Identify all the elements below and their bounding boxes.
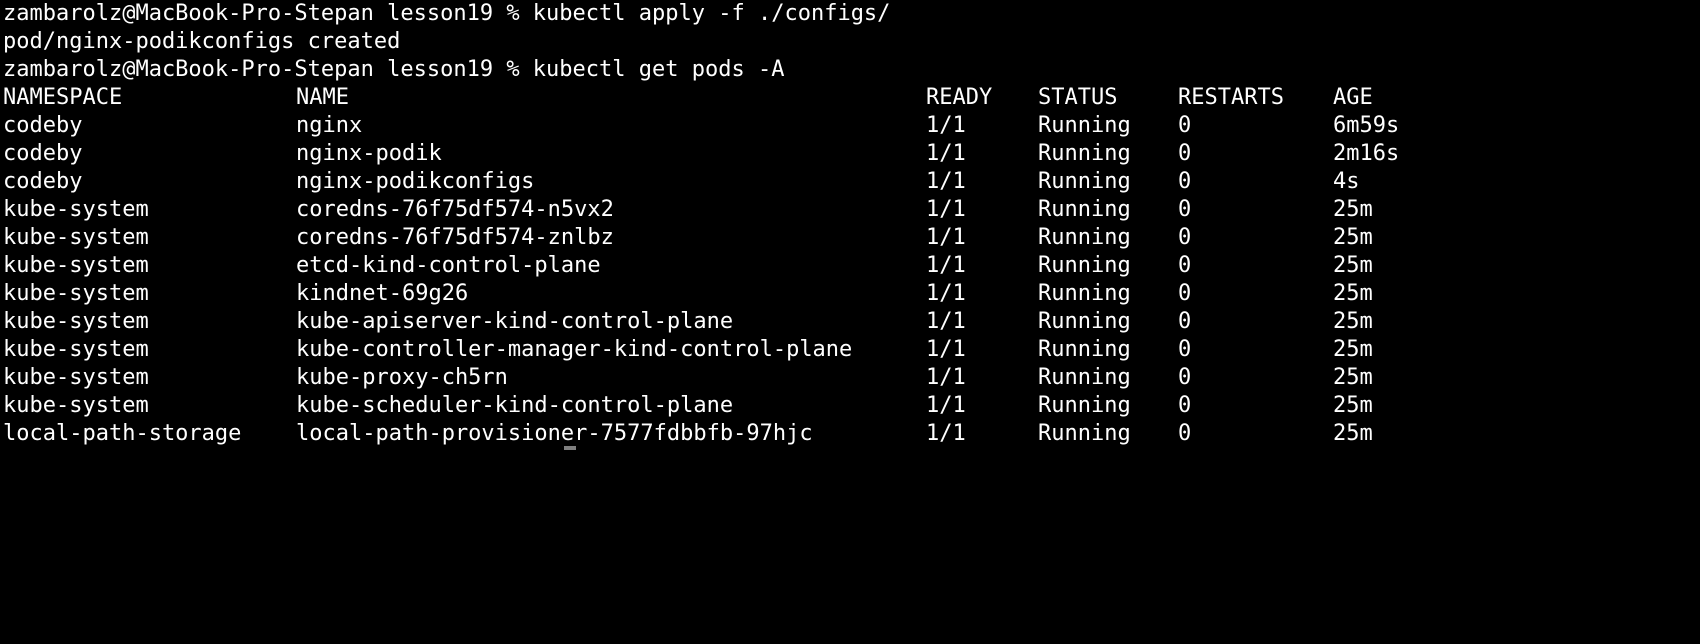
cell-ready: 1/1 <box>926 197 966 222</box>
cell-status: Running <box>1038 113 1131 138</box>
cell-namespace: local-path-storage <box>3 421 242 446</box>
header-name: NAME <box>296 85 349 110</box>
cell-status: Running <box>1038 337 1131 362</box>
terminal-command-line: zambarolz@MacBook-Pro-Stepan lesson19 % … <box>3 57 785 82</box>
cell-namespace: kube-system <box>3 337 149 362</box>
header-status: STATUS <box>1038 85 1118 110</box>
header-restarts: RESTARTS <box>1178 85 1284 110</box>
cell-namespace: kube-system <box>3 365 149 390</box>
cell-ready: 1/1 <box>926 169 966 194</box>
cell-status: Running <box>1038 197 1131 222</box>
cell-name: kube-apiserver-kind-control-plane <box>296 309 734 334</box>
cell-namespace: codeby <box>3 169 83 194</box>
table-row: kube-system etcd-kind-control-plane 1/1 … <box>0 252 1700 280</box>
header-ready: READY <box>926 85 993 110</box>
cell-restarts: 0 <box>1178 281 1192 306</box>
cell-restarts: 0 <box>1178 337 1192 362</box>
table-row: kube-system kube-proxy-ch5rn 1/1 Running… <box>0 364 1700 392</box>
cell-ready: 1/1 <box>926 365 966 390</box>
table-row: kube-system kindnet-69g26 1/1 Running 0 … <box>0 280 1700 308</box>
cell-status: Running <box>1038 365 1131 390</box>
cell-age: 25m <box>1333 225 1373 250</box>
cell-status: Running <box>1038 253 1131 278</box>
cell-name: coredns-76f75df574-n5vx2 <box>296 197 614 222</box>
cell-restarts: 0 <box>1178 309 1192 334</box>
cell-status: Running <box>1038 225 1131 250</box>
cell-restarts: 0 <box>1178 197 1192 222</box>
cell-age: 25m <box>1333 365 1373 390</box>
cell-age: 25m <box>1333 421 1373 446</box>
cell-status: Running <box>1038 421 1131 446</box>
cell-restarts: 0 <box>1178 365 1192 390</box>
cell-name: kindnet-69g26 <box>296 281 469 306</box>
cell-restarts: 0 <box>1178 225 1192 250</box>
table-row: codeby nginx-podikconfigs 1/1 Running 0 … <box>0 168 1700 196</box>
cell-ready: 1/1 <box>926 281 966 306</box>
cell-age: 25m <box>1333 197 1373 222</box>
table-row: local-path-storage local-path-provisione… <box>0 420 1700 448</box>
cell-ready: 1/1 <box>926 225 966 250</box>
table-row: kube-system kube-controller-manager-kind… <box>0 336 1700 364</box>
cell-restarts: 0 <box>1178 253 1192 278</box>
cell-namespace: kube-system <box>3 393 149 418</box>
cell-age: 25m <box>1333 393 1373 418</box>
cell-status: Running <box>1038 393 1131 418</box>
cell-age: 6m59s <box>1333 113 1400 138</box>
cell-name: local-path-provisioner-7577fdbbfb-97hjc <box>296 421 813 446</box>
cell-age: 4s <box>1333 169 1360 194</box>
cell-ready: 1/1 <box>926 309 966 334</box>
cell-namespace: kube-system <box>3 197 149 222</box>
cell-ready: 1/1 <box>926 141 966 166</box>
cell-name: kube-scheduler-kind-control-plane <box>296 393 734 418</box>
cell-status: Running <box>1038 169 1131 194</box>
cell-namespace: kube-system <box>3 253 149 278</box>
cell-namespace: kube-system <box>3 281 149 306</box>
cell-ready: 1/1 <box>926 337 966 362</box>
terminal-cursor <box>564 446 576 450</box>
terminal-window[interactable]: zambarolz@MacBook-Pro-Stepan lesson19 % … <box>0 0 1700 450</box>
table-row: kube-system kube-apiserver-kind-control-… <box>0 308 1700 336</box>
cell-ready: 1/1 <box>926 113 966 138</box>
cell-name: kube-controller-manager-kind-control-pla… <box>296 337 853 362</box>
cell-restarts: 0 <box>1178 169 1192 194</box>
table-row: codeby nginx 1/1 Running 0 6m59s <box>0 112 1700 140</box>
pods-table-header: NAMESPACE NAME READY STATUS RESTARTS AGE <box>0 84 1700 112</box>
cell-age: 25m <box>1333 281 1373 306</box>
cell-status: Running <box>1038 309 1131 334</box>
terminal-output-line: pod/nginx-podikconfigs created <box>3 29 401 54</box>
header-namespace: NAMESPACE <box>3 85 123 110</box>
cell-age: 25m <box>1333 253 1373 278</box>
cell-name: nginx-podik <box>296 141 442 166</box>
cell-name: etcd-kind-control-plane <box>296 253 601 278</box>
cell-name: kube-proxy-ch5rn <box>296 365 508 390</box>
cell-namespace: codeby <box>3 141 83 166</box>
cell-restarts: 0 <box>1178 141 1192 166</box>
cell-age: 25m <box>1333 337 1373 362</box>
table-row: kube-system coredns-76f75df574-n5vx2 1/1… <box>0 196 1700 224</box>
cell-ready: 1/1 <box>926 421 966 446</box>
cell-status: Running <box>1038 281 1131 306</box>
cell-name: nginx-podikconfigs <box>296 169 535 194</box>
table-row: codeby nginx-podik 1/1 Running 0 2m16s <box>0 140 1700 168</box>
cell-namespace: kube-system <box>3 225 149 250</box>
cell-restarts: 0 <box>1178 393 1192 418</box>
cell-restarts: 0 <box>1178 421 1192 446</box>
table-row: kube-system coredns-76f75df574-znlbz 1/1… <box>0 224 1700 252</box>
cell-ready: 1/1 <box>926 253 966 278</box>
cell-namespace: kube-system <box>3 309 149 334</box>
terminal-command-line: zambarolz@MacBook-Pro-Stepan lesson19 % … <box>3 1 891 26</box>
cell-name: nginx <box>296 113 363 138</box>
cell-age: 25m <box>1333 309 1373 334</box>
cell-ready: 1/1 <box>926 393 966 418</box>
cell-status: Running <box>1038 141 1131 166</box>
table-row: kube-system kube-scheduler-kind-control-… <box>0 392 1700 420</box>
header-age: AGE <box>1333 85 1373 110</box>
cell-namespace: codeby <box>3 113 83 138</box>
cell-name: coredns-76f75df574-znlbz <box>296 225 614 250</box>
cell-age: 2m16s <box>1333 141 1400 166</box>
cell-restarts: 0 <box>1178 113 1192 138</box>
